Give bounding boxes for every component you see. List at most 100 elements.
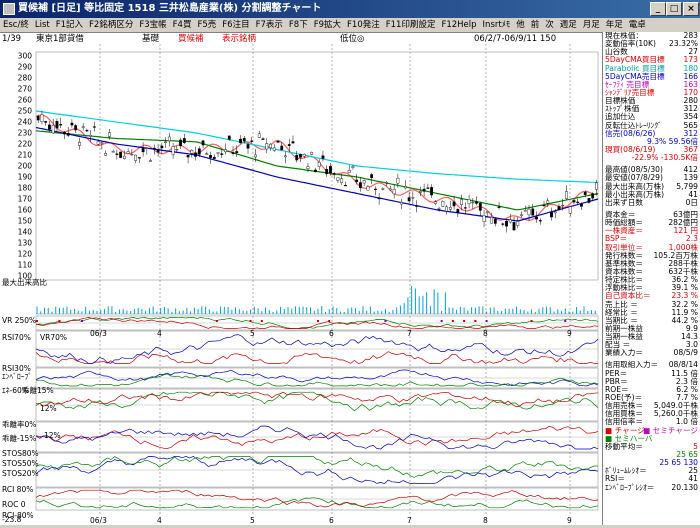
candle bbox=[325, 169, 329, 175]
candle bbox=[392, 188, 396, 195]
candle bbox=[370, 174, 374, 178]
menu-item-1[interactable]: List bbox=[32, 18, 53, 32]
candle bbox=[381, 188, 385, 190]
roc-bottom-label: -23.8 bbox=[2, 515, 22, 524]
maximize-button[interactable]: □ bbox=[666, 2, 682, 16]
candle bbox=[497, 206, 501, 208]
candle bbox=[385, 182, 389, 184]
menu-item-15[interactable]: 他 bbox=[513, 18, 528, 32]
date-label-top: 8 bbox=[483, 329, 488, 338]
menu-item-11[interactable]: F10発注 bbox=[344, 18, 383, 32]
candle bbox=[66, 132, 70, 136]
candle bbox=[418, 191, 422, 193]
fundamental-row: 業績入力＝ 08/5/9 bbox=[603, 349, 700, 357]
signal-marker bbox=[249, 320, 252, 322]
chart-area[interactable]: 300 290 280 270 260 250 240 230 220 210 200 190 180 1… bbox=[0, 44, 602, 525]
candle bbox=[220, 153, 224, 155]
date-label-top: 4 bbox=[157, 329, 162, 338]
candle bbox=[336, 177, 340, 181]
signal-marker bbox=[80, 320, 83, 322]
menu-item-5[interactable]: F4買 bbox=[170, 18, 195, 32]
roc-label: ROC 0 bbox=[2, 500, 26, 509]
close-button[interactable]: × bbox=[683, 2, 699, 16]
candle bbox=[201, 140, 205, 146]
candle bbox=[111, 151, 115, 153]
candle bbox=[246, 144, 250, 149]
candle bbox=[508, 219, 512, 223]
candle bbox=[460, 199, 463, 205]
candle bbox=[160, 145, 164, 149]
candle bbox=[287, 144, 291, 147]
app-icon bbox=[3, 3, 15, 15]
date-label-top: 06/3 bbox=[90, 329, 107, 338]
candle bbox=[366, 186, 370, 191]
signal-marker bbox=[530, 320, 533, 322]
candle bbox=[134, 154, 138, 161]
candle bbox=[486, 211, 490, 213]
candle bbox=[130, 153, 134, 156]
panel-value: 0日 bbox=[685, 197, 698, 207]
price-tick-label: 140 bbox=[18, 228, 33, 237]
menu-item-16[interactable]: 前 bbox=[528, 18, 543, 32]
candle bbox=[580, 203, 583, 207]
candle bbox=[321, 155, 325, 159]
candle bbox=[426, 187, 430, 189]
price-tick-label: 170 bbox=[18, 195, 33, 204]
candle bbox=[445, 206, 448, 212]
menu-item-6[interactable]: F5売 bbox=[194, 18, 219, 32]
candle bbox=[314, 169, 317, 173]
stock-chart[interactable]: 300 290 280 270 260 250 240 230 220 210 200 190 180 1… bbox=[0, 44, 602, 525]
series-line-1 bbox=[35, 130, 599, 211]
menu-item-21[interactable]: 電卓 bbox=[626, 18, 649, 32]
menu-item-12[interactable]: F11印刷設定 bbox=[383, 18, 439, 32]
menu-item-0[interactable]: Esc/終 bbox=[0, 18, 32, 32]
menu-item-9[interactable]: F8下 bbox=[286, 18, 311, 32]
candle bbox=[538, 220, 542, 222]
candle bbox=[119, 151, 123, 158]
candle bbox=[227, 135, 231, 140]
menu-item-2[interactable]: F1記入 bbox=[53, 18, 86, 32]
panel-value: -22.9% -130.5K倍 bbox=[631, 153, 698, 163]
kairi-top-label: 12% bbox=[40, 404, 57, 413]
candle bbox=[448, 207, 452, 210]
price-frame bbox=[35, 51, 599, 281]
menu-item-18[interactable]: 週足 bbox=[557, 18, 580, 32]
menu-item-19[interactable]: 月足 bbox=[580, 18, 603, 32]
panel-value: 20.130 bbox=[671, 482, 698, 492]
candle bbox=[295, 155, 299, 161]
candle bbox=[78, 142, 81, 146]
date-label-bottom: 5 bbox=[250, 516, 255, 525]
menu-item-14[interactable]: Insrtﾒﾓ bbox=[480, 18, 514, 32]
candle bbox=[48, 124, 51, 130]
title-bar: 買候補 [日足] 等比固定 1518 三井松島産業(株) 分割調整チャート _ … bbox=[0, 0, 700, 18]
candle bbox=[568, 206, 572, 214]
menu-item-8[interactable]: F7表示 bbox=[253, 18, 286, 32]
menu-item-7[interactable]: F6注目 bbox=[219, 18, 252, 32]
candle bbox=[216, 152, 220, 154]
candle bbox=[595, 182, 598, 190]
candle bbox=[388, 188, 392, 191]
menu-item-3[interactable]: F2銘柄区分 bbox=[86, 18, 136, 32]
candle bbox=[433, 201, 437, 204]
window-title: 買候補 [日足] 等比固定 1518 三井松島産業(株) 分割調整チャート bbox=[18, 3, 322, 14]
candle bbox=[437, 208, 441, 210]
price-target-row: -22.9% -130.5K倍 bbox=[603, 153, 700, 163]
candle bbox=[550, 211, 553, 218]
candle bbox=[81, 126, 85, 128]
indicator-line bbox=[35, 456, 598, 478]
date-label-bottom: 7 bbox=[407, 516, 412, 525]
indicator-line bbox=[35, 391, 599, 412]
minimize-button[interactable]: _ bbox=[650, 2, 666, 16]
candle bbox=[70, 122, 74, 126]
candle bbox=[96, 141, 100, 145]
candle bbox=[587, 198, 591, 203]
candle bbox=[452, 201, 456, 207]
price-tick-label: 150 bbox=[18, 217, 33, 226]
menu-item-4[interactable]: F3宝帳 bbox=[136, 18, 169, 32]
menu-item-17[interactable]: 次 bbox=[542, 18, 557, 32]
menu-item-20[interactable]: 年足 bbox=[603, 18, 626, 32]
menu-item-13[interactable]: F12Help bbox=[438, 18, 479, 32]
candle bbox=[126, 151, 130, 154]
signal-marker bbox=[440, 320, 443, 322]
menu-item-10[interactable]: F9拡大 bbox=[311, 18, 344, 32]
